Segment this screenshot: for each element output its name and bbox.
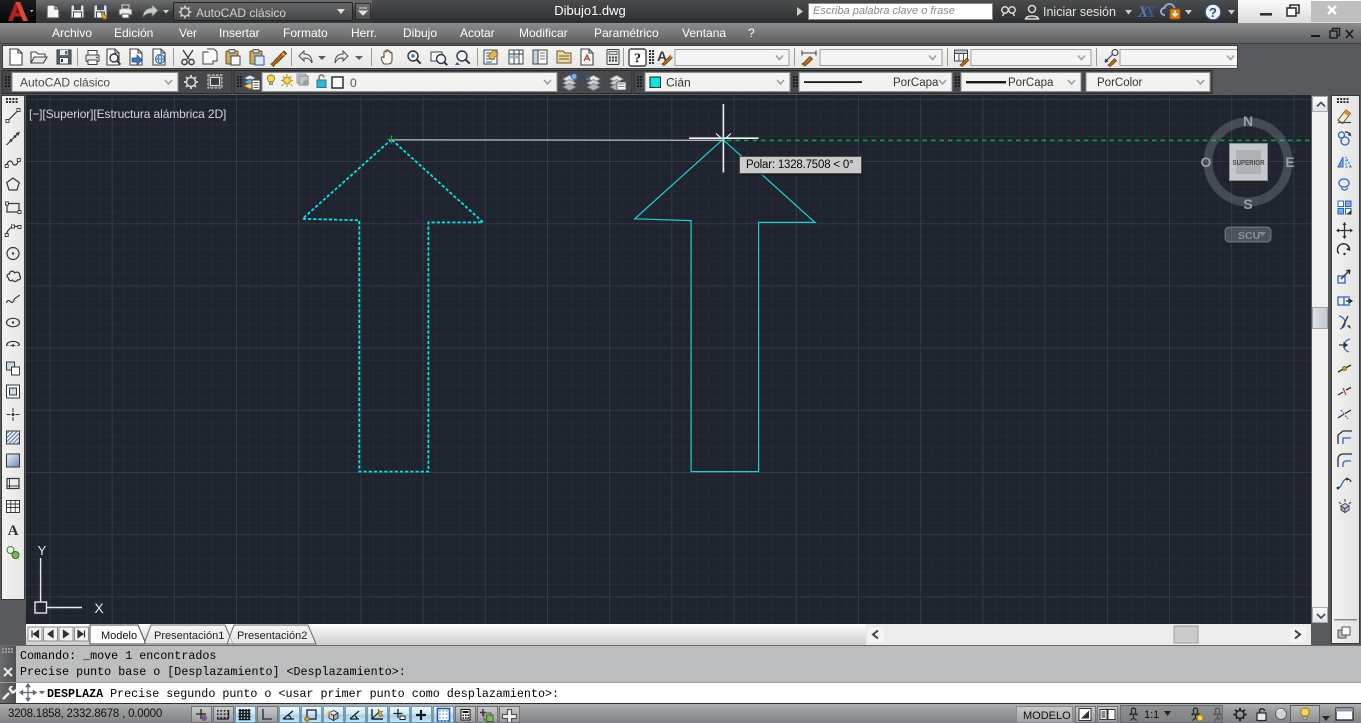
- svg-text:?: ?: [634, 52, 641, 67]
- svg-text:Modelo: Modelo: [101, 630, 137, 642]
- svg-text:N: N: [1243, 113, 1253, 129]
- svg-text:Cián: Cián: [666, 76, 691, 90]
- svg-text:SUPERIOR: SUPERIOR: [1233, 158, 1265, 167]
- svg-text:AutoCAD clásico: AutoCAD clásico: [20, 76, 110, 90]
- svg-text:PorColor: PorColor: [1097, 77, 1143, 89]
- svg-text:Y: Y: [38, 543, 47, 558]
- svg-text:X: X: [94, 600, 104, 616]
- svg-text:E: E: [1285, 154, 1294, 170]
- svg-text:O: O: [1201, 154, 1212, 170]
- svg-text:Presentación1: Presentación1: [154, 630, 224, 642]
- svg-text:S: S: [1243, 196, 1252, 212]
- svg-text:PorCapa: PorCapa: [1008, 77, 1054, 89]
- svg-text:PorCapa: PorCapa: [893, 77, 939, 89]
- svg-text:SCU: SCU: [1238, 230, 1260, 242]
- svg-text:?: ?: [1209, 5, 1217, 20]
- svg-text:1:1: 1:1: [1144, 709, 1159, 721]
- svg-text:Presentación2: Presentación2: [237, 630, 307, 642]
- svg-text:A: A: [8, 523, 19, 539]
- svg-text:X: X: [1144, 4, 1156, 21]
- svg-text:0: 0: [350, 76, 357, 90]
